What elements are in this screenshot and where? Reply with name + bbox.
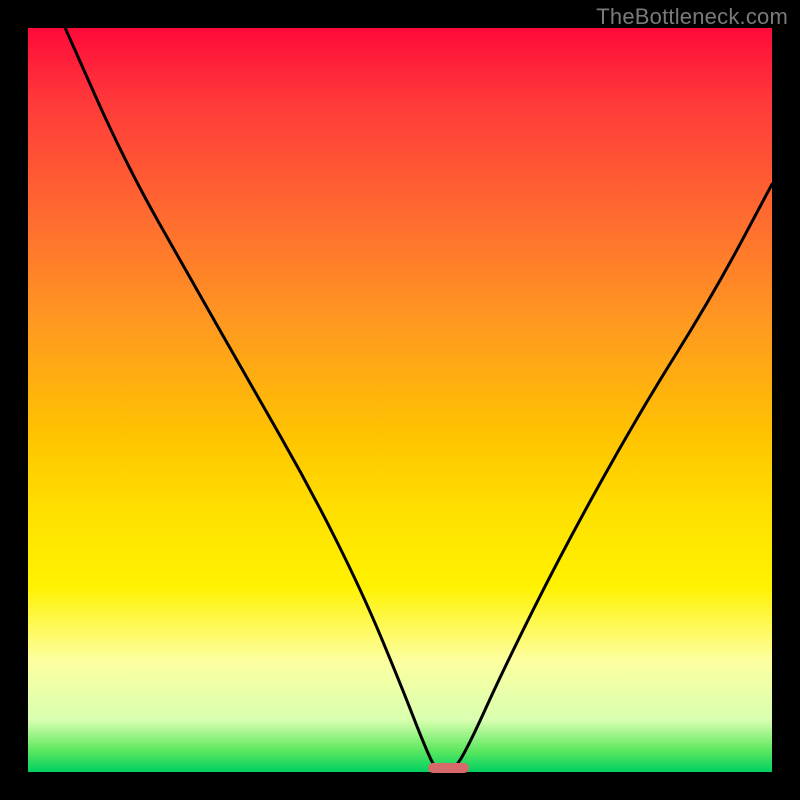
minimum-marker <box>428 763 469 773</box>
plot-area <box>28 28 772 772</box>
curve-path <box>65 28 772 772</box>
bottleneck-curve <box>28 28 772 772</box>
chart-frame: TheBottleneck.com <box>0 0 800 800</box>
watermark-text: TheBottleneck.com <box>596 4 788 30</box>
